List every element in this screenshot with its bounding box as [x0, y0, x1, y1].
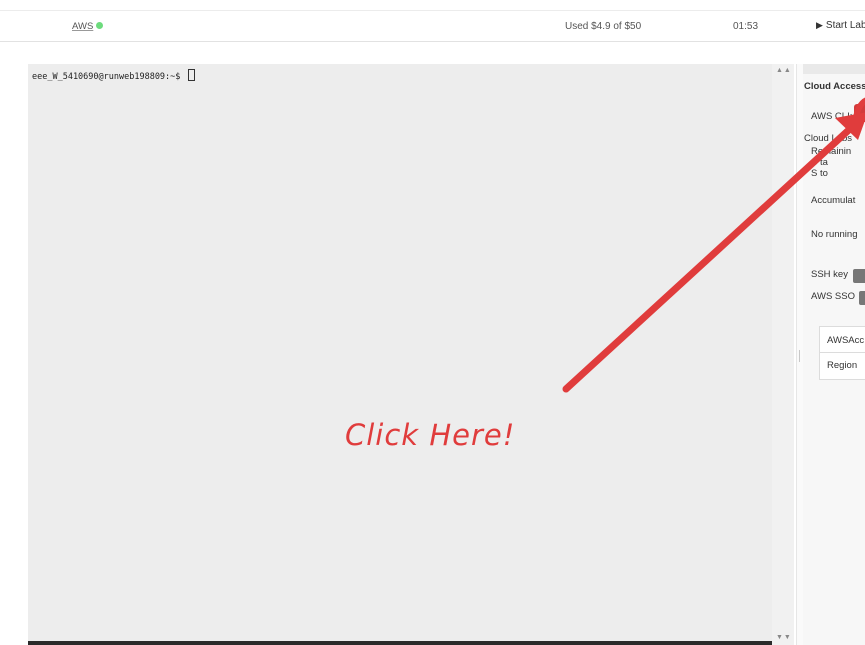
click-here-annotation: Click Here!: [345, 418, 516, 452]
start-lab-label: Start Lab: [825, 20, 865, 31]
lab-toolbar: AWS Used $4.9 of $50 01:53 ▶ Start Lab: [0, 0, 865, 56]
toolbar-bottom-border: [0, 41, 865, 42]
ssh-key-button[interactable]: [853, 269, 865, 283]
panel-header-bar: [803, 64, 865, 74]
account-info-table: AWSAcc Region: [819, 326, 865, 380]
table-row-account: AWSAcc: [827, 335, 865, 346]
terminal-bottom-bar: [28, 641, 772, 645]
terminal-pane[interactable]: eee_W_5410690@runweb198809:~$: [28, 64, 772, 642]
aws-cli-label: AWS CLI:: [811, 111, 853, 122]
pane-splitter[interactable]: [796, 64, 803, 645]
aws-sso-label: AWS SSO: [811, 291, 855, 302]
session-text-2: S to: [811, 168, 828, 179]
aws-sso-button[interactable]: [859, 291, 865, 305]
cloud-access-panel: Cloud Access AWS CLI: Cloud Labs Remaini…: [803, 64, 865, 645]
terminal-prompt: eee_W_5410690@runweb198809:~$: [32, 69, 195, 82]
aws-link-label[interactable]: AWS: [72, 21, 93, 32]
prompt-text: eee_W_5410690@runweb198809:~$: [32, 72, 186, 82]
aws-cli-show-button[interactable]: [854, 104, 865, 122]
scroll-down-icon[interactable]: ▼▼: [776, 634, 792, 641]
cloud-access-heading: Cloud Access: [804, 81, 865, 92]
ssh-key-label: SSH key: [811, 269, 848, 280]
aws-console-link[interactable]: AWS: [72, 21, 104, 32]
no-running-text: No running: [811, 229, 858, 240]
budget-usage: Used $4.9 of $50: [565, 21, 642, 32]
play-icon: ▶: [816, 20, 823, 30]
status-indicator-icon: [96, 22, 104, 29]
start-lab-button[interactable]: ▶ Start Lab: [816, 20, 865, 31]
terminal-scrollbar[interactable]: ▲▲ ▼▼: [772, 64, 794, 645]
scroll-up-icon[interactable]: ▲▲: [776, 67, 792, 74]
table-divider: [820, 352, 865, 353]
splitter-grip-icon[interactable]: [799, 350, 800, 362]
session-text-1: S ta: [811, 157, 828, 168]
remaining-text: Remainin: [811, 146, 852, 157]
toolbar-top-border: [0, 10, 865, 11]
accumulated-text: Accumulat: [811, 195, 856, 206]
cloud-labs-heading: Cloud Labs: [804, 133, 853, 144]
table-row-region: Region: [827, 360, 858, 371]
session-timer: 01:53: [733, 21, 759, 32]
terminal-cursor: [187, 69, 195, 81]
